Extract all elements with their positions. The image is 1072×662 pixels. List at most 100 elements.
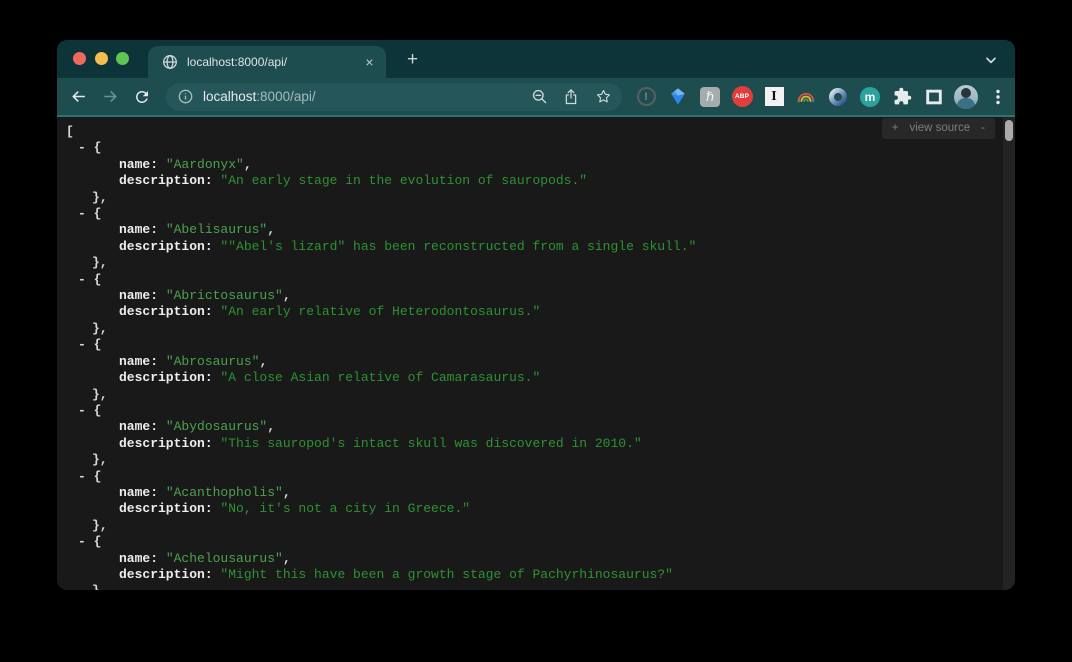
- collapse-toggle-icon[interactable]: -: [78, 534, 94, 549]
- comma: ,: [267, 222, 275, 237]
- tab-close-icon[interactable]: ×: [361, 54, 378, 71]
- rainbow-extension-button[interactable]: [794, 85, 818, 109]
- property-value-description: "No, it's not a city in Greece.": [220, 501, 470, 516]
- comma: ,: [244, 157, 252, 172]
- window-zoom-button[interactable]: [116, 52, 129, 65]
- object-open-brace: {: [94, 534, 102, 549]
- comma: ,: [283, 288, 291, 303]
- collapse-toggle-icon[interactable]: -: [78, 337, 94, 352]
- extensions-area: ! ℏ ABP I: [634, 85, 1010, 109]
- instapaper-extension-button[interactable]: I: [762, 85, 786, 109]
- comma: ,: [259, 354, 267, 369]
- forward-button[interactable]: [96, 83, 124, 111]
- property-value-description: "Might this have been a growth stage of …: [220, 567, 672, 582]
- site-info-icon[interactable]: [178, 89, 193, 104]
- profile-avatar: [954, 85, 978, 109]
- property-value-name: "Abydosaurus": [166, 419, 267, 434]
- traffic-lights: [73, 52, 129, 65]
- object-open-brace: {: [94, 469, 102, 484]
- property-key-name: name:: [119, 288, 166, 303]
- side-panel-button[interactable]: [922, 85, 946, 109]
- object-close-brace: },: [92, 518, 108, 533]
- collapse-toggle-icon[interactable]: -: [78, 140, 94, 155]
- property-value-description: ""Abel's lizard" has been reconstructed …: [220, 239, 696, 254]
- object-close-brace: },: [92, 452, 108, 467]
- property-value-name: "Aardonyx": [166, 157, 244, 172]
- property-key-description: description:: [119, 304, 220, 319]
- object-close-brace: },: [92, 387, 108, 402]
- property-key-name: name:: [119, 354, 166, 369]
- property-key-description: description:: [119, 370, 220, 385]
- collapse-toggle-icon[interactable]: -: [78, 206, 94, 221]
- m-extension-button[interactable]: m: [858, 85, 882, 109]
- swirl-ring-icon: [828, 87, 848, 107]
- adblock-plus-extension-button[interactable]: ABP: [730, 85, 754, 109]
- share-button[interactable]: [558, 84, 584, 110]
- bookmark-star-button[interactable]: [590, 84, 616, 110]
- collapse-toggle-icon[interactable]: -: [78, 272, 94, 287]
- property-value-name: "Abrosaurus": [166, 354, 260, 369]
- property-value-description: "An early relative of Heterodontosaurus.…: [220, 304, 540, 319]
- warning-circle-icon: !: [637, 87, 656, 106]
- browser-toolbar: localhost:8000/api/: [57, 78, 1015, 117]
- comma: ,: [283, 485, 291, 500]
- url-text[interactable]: localhost:8000/api/: [203, 89, 520, 104]
- profile-button[interactable]: [954, 85, 978, 109]
- plus-icon: +: [407, 49, 418, 71]
- object-close-brace: },: [92, 190, 108, 205]
- url-path: :8000/api/: [256, 89, 315, 104]
- share-icon: [563, 88, 579, 105]
- property-key-description: description:: [119, 173, 220, 188]
- side-panel-icon: [925, 88, 943, 106]
- globe-favicon-icon: [162, 54, 178, 70]
- blue-diamond-icon: [669, 87, 687, 106]
- tab-search-button[interactable]: [978, 48, 1004, 72]
- warning-extension-button[interactable]: !: [634, 85, 658, 109]
- puzzle-piece-icon: [893, 87, 912, 106]
- reload-icon: [133, 88, 151, 106]
- view-source-button[interactable]: view source: [909, 120, 970, 136]
- active-tab[interactable]: localhost:8000/api/ ×: [148, 46, 386, 78]
- comma: ,: [267, 419, 275, 434]
- object-open-brace: {: [94, 272, 102, 287]
- json-viewer-lines: [- {name: "Aardonyx",description: "An ea…: [57, 124, 1015, 590]
- address-bar[interactable]: localhost:8000/api/: [166, 83, 622, 111]
- swirl-extension-button[interactable]: [826, 85, 850, 109]
- object-open-brace: {: [94, 140, 102, 155]
- browser-menu-button[interactable]: [986, 85, 1010, 109]
- property-key-description: description:: [119, 239, 220, 254]
- page-zoom-button[interactable]: [526, 84, 552, 110]
- hbar-badge-icon: ℏ: [700, 87, 720, 107]
- new-tab-button[interactable]: +: [400, 47, 425, 72]
- back-arrow-icon: [69, 87, 88, 106]
- property-key-description: description:: [119, 436, 220, 451]
- collapse-all-button[interactable]: -: [981, 120, 985, 136]
- collapse-toggle-icon[interactable]: -: [78, 403, 94, 418]
- hbar-extension-button[interactable]: ℏ: [698, 85, 722, 109]
- back-button[interactable]: [64, 83, 92, 111]
- window-minimize-button[interactable]: [95, 52, 108, 65]
- property-key-name: name:: [119, 157, 166, 172]
- property-value-name: "Achelousaurus": [166, 551, 283, 566]
- adblock-plus-icon: ABP: [732, 86, 753, 107]
- object-close-brace: },: [92, 321, 108, 336]
- url-host: localhost: [203, 89, 256, 104]
- page-content-json-viewer: [- {name: "Aardonyx",description: "An ea…: [57, 117, 1015, 590]
- property-key-description: description:: [119, 501, 220, 516]
- rainbow-icon: [796, 90, 816, 103]
- m-badge-icon: m: [860, 87, 880, 107]
- chevron-down-icon: [983, 52, 999, 68]
- property-value-name: "Abelisaurus": [166, 222, 267, 237]
- extensions-menu-button[interactable]: [890, 85, 914, 109]
- expand-all-button[interactable]: +: [892, 120, 899, 136]
- scrollbar-thumb[interactable]: [1005, 120, 1013, 141]
- window-close-button[interactable]: [73, 52, 86, 65]
- collapse-toggle-icon[interactable]: -: [78, 469, 94, 484]
- object-open-brace: {: [94, 206, 102, 221]
- reload-button[interactable]: [128, 83, 156, 111]
- object-close-brace: },: [92, 255, 108, 270]
- browser-window: localhost:8000/api/ × +: [57, 40, 1015, 590]
- vertical-scrollbar[interactable]: [1003, 117, 1015, 590]
- blue-diamond-extension-button[interactable]: [666, 85, 690, 109]
- star-icon: [595, 88, 612, 105]
